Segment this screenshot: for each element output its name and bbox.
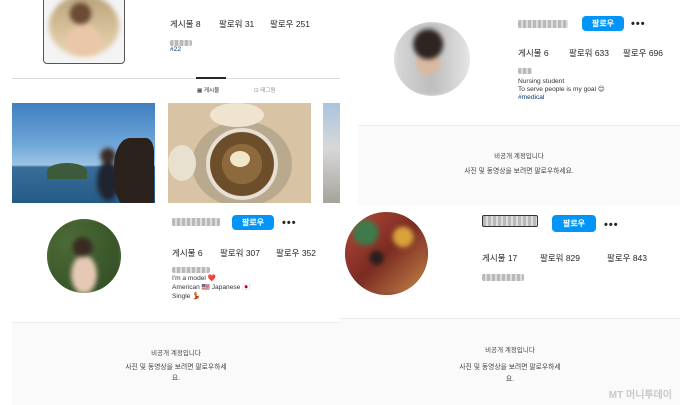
followers-count[interactable]: 팔로워 307 xyxy=(220,247,260,259)
posts-count[interactable]: 게시물 17 xyxy=(482,252,517,264)
follow-button[interactable]: 팔로우 xyxy=(232,215,274,230)
bio-line-3: Single 💃 xyxy=(172,293,201,300)
private-account-notice: 비공개 계정입니다 사진 및 동영상을 보려면 팔로우하세 요. xyxy=(12,322,340,405)
private-subtitle-line-1: 사진 및 동영상을 보려면 팔로우하세 xyxy=(459,364,561,371)
profile-panel-top-left: 게시물 8 팔로워 31 팔로우 251 #22 ▦ 게시물 ⊡ 태그됨 xyxy=(0,0,340,100)
bio-line-2: American 🇺🇸 Japanese 🇯🇵 xyxy=(172,284,251,291)
display-name-blurred xyxy=(518,68,532,74)
avatar-photo xyxy=(394,22,470,96)
display-name-blurred xyxy=(172,267,210,273)
private-subtitle: 사진 및 동영상을 보려면 팔로우하세요. xyxy=(464,168,574,175)
follow-button[interactable]: 팔로우 xyxy=(552,215,596,232)
followers-count[interactable]: 팔로워 633 xyxy=(569,47,609,59)
post-thumbnail-food[interactable] xyxy=(168,103,311,203)
island-shape xyxy=(47,163,87,179)
private-subtitle-line-1: 사진 및 동영상을 보려면 팔로우하세 xyxy=(125,364,227,371)
follow-button[interactable]: 팔로우 xyxy=(582,16,624,31)
hair-shape xyxy=(114,138,154,203)
hashtag-link[interactable]: #22 xyxy=(170,46,181,55)
avatar-photo xyxy=(49,0,119,57)
tab-posts[interactable]: ▦ 게시물 xyxy=(197,86,219,94)
private-title: 비공개 계정입니다 xyxy=(485,347,535,354)
username-blurred xyxy=(518,20,568,28)
private-subtitle-line-2: 요. xyxy=(171,375,181,382)
following-count[interactable]: 팔로우 696 xyxy=(623,47,663,59)
tab-tagged[interactable]: ⊡ 태그됨 xyxy=(254,86,276,94)
profile-avatar[interactable] xyxy=(394,22,470,96)
profile-avatar[interactable] xyxy=(345,212,428,295)
plate-shape xyxy=(210,103,264,127)
profile-divider xyxy=(12,78,340,79)
more-options-button[interactable]: ••• xyxy=(604,220,619,231)
more-options-button[interactable]: ••• xyxy=(631,19,646,30)
post-thumbnail-beach[interactable] xyxy=(12,103,155,203)
username-blurred xyxy=(172,218,220,226)
post-thumbnail-building[interactable] xyxy=(323,103,340,203)
grid-icon: ▦ xyxy=(197,88,204,94)
profile-panel-bottom-right: 팔로우 ••• 게시물 17 팔로워 829 팔로우 843 비공개 계정입니다… xyxy=(340,205,680,405)
followers-count[interactable]: 팔로워 829 xyxy=(540,252,580,264)
bio-line-1: I'm a model ❤️ xyxy=(172,275,216,282)
profile-panel-top-right: 팔로우 ••• 게시물 6 팔로워 633 팔로우 696 Nursing st… xyxy=(358,0,680,212)
following-count[interactable]: 팔로우 251 xyxy=(270,18,310,30)
more-options-button[interactable]: ••• xyxy=(282,218,297,229)
private-title: 비공개 계정입니다 xyxy=(151,350,201,357)
posts-count[interactable]: 게시물 6 xyxy=(172,247,203,259)
followers-count[interactable]: 팔로워 31 xyxy=(219,18,254,30)
display-name-blurred xyxy=(482,274,524,281)
watermark: MT 머니투데이 xyxy=(608,390,672,401)
avatar-photo xyxy=(47,219,121,293)
avatar-photo xyxy=(345,212,428,295)
egg-shape xyxy=(230,151,250,167)
posts-count[interactable]: 게시물 6 xyxy=(518,47,549,59)
private-title: 비공개 계정입니다 xyxy=(494,153,544,160)
tab-underline xyxy=(196,77,226,79)
following-count[interactable]: 팔로우 843 xyxy=(607,252,647,264)
profile-avatar[interactable] xyxy=(43,0,125,64)
profile-avatar[interactable] xyxy=(47,219,121,293)
posts-count[interactable]: 게시물 8 xyxy=(170,18,201,30)
profile-panel-bottom-left: 팔로우 ••• 게시물 6 팔로워 307 팔로우 352 I'm a mode… xyxy=(12,205,340,405)
private-account-notice: 비공개 계정입니다 사진 및 동영상을 보려면 팔로우하세요. xyxy=(358,125,680,212)
private-subtitle-line-2: 요. xyxy=(505,376,515,383)
username-blurred xyxy=(482,215,538,227)
hashtag-link[interactable]: #medical xyxy=(518,94,544,103)
side-dish xyxy=(168,145,196,181)
following-count[interactable]: 팔로우 352 xyxy=(276,247,316,259)
